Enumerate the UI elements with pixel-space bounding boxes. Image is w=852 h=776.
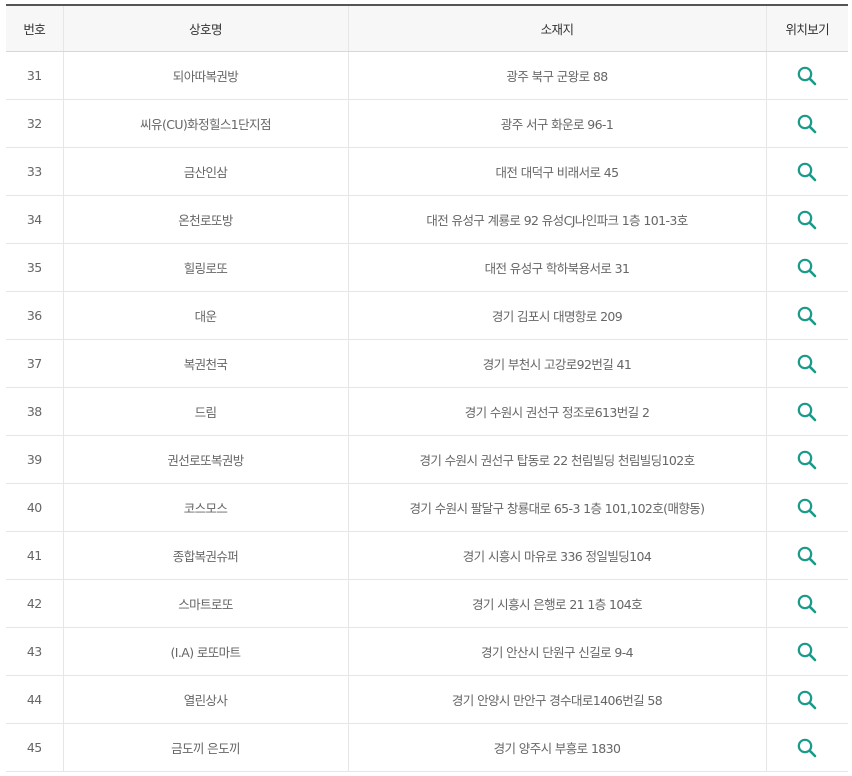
- row-store-name: 권선로또복권방: [62, 435, 348, 484]
- search-icon[interactable]: [796, 257, 818, 279]
- row-store-name: 금도끼 은도끼: [62, 723, 348, 772]
- table-header-row: 번호 상호명 소재지 위치보기: [6, 5, 848, 52]
- header-location: 위치보기: [765, 5, 848, 52]
- row-number: 33: [6, 147, 63, 196]
- table-row: 37 복권천국 경기 부천시 고강로92번길 41: [6, 339, 848, 388]
- table-row: 42 스마트로또 경기 시흥시 은행로 21 1층 104호: [6, 579, 848, 628]
- row-location-cell: [765, 387, 848, 436]
- row-store-name: 스마트로또: [62, 579, 348, 628]
- row-location-cell: [765, 435, 848, 484]
- row-location-cell: [765, 675, 848, 724]
- row-number: 41: [6, 531, 63, 580]
- row-location-cell: [765, 531, 848, 580]
- row-store-name: 씨유(CU)화정힐스1단지점: [62, 99, 348, 148]
- row-store-name: 온천로또방: [62, 195, 348, 244]
- row-store-name: 대운: [62, 291, 348, 340]
- table-row: 36 대운 경기 김포시 대명항로 209: [6, 291, 848, 340]
- search-icon[interactable]: [796, 65, 818, 87]
- row-number: 40: [6, 483, 63, 532]
- store-table: 번호 상호명 소재지 위치보기 31 되아따복권방 광주 북구 군왕로 88 3…: [6, 4, 848, 772]
- search-icon[interactable]: [796, 449, 818, 471]
- row-store-name: 되아따복권방: [62, 51, 348, 100]
- search-icon[interactable]: [796, 689, 818, 711]
- table-row: 34 온천로또방 대전 유성구 계룡로 92 유성CJ나인파크 1층 101-3…: [6, 195, 848, 244]
- search-icon[interactable]: [796, 161, 818, 183]
- table-row: 39 권선로또복권방 경기 수원시 권선구 탑동로 22 천림빌딩 천림빌딩10…: [6, 435, 848, 484]
- search-icon[interactable]: [796, 593, 818, 615]
- table-row: 40 코스모스 경기 수원시 팔달구 창룡대로 65-3 1층 101,102호…: [6, 483, 848, 532]
- row-address: 대전 유성구 계룡로 92 유성CJ나인파크 1층 101-3호: [347, 195, 766, 244]
- table-row: 33 금산인삼 대전 대덕구 비래서로 45: [6, 147, 848, 196]
- search-icon[interactable]: [796, 545, 818, 567]
- row-address: 경기 시흥시 마유로 336 정일빌딩104: [347, 531, 766, 580]
- row-location-cell: [765, 339, 848, 388]
- row-number: 31: [6, 51, 63, 100]
- row-number: 39: [6, 435, 63, 484]
- table-row: 38 드림 경기 수원시 권선구 정조로613번길 2: [6, 387, 848, 436]
- row-location-cell: [765, 243, 848, 292]
- table-row: 41 종합복권슈퍼 경기 시흥시 마유로 336 정일빌딩104: [6, 531, 848, 580]
- row-address: 대전 유성구 학하북용서로 31: [347, 243, 766, 292]
- row-location-cell: [765, 147, 848, 196]
- table-row: 35 힐링로또 대전 유성구 학하북용서로 31: [6, 243, 848, 292]
- row-store-name: (I.A) 로또마트: [62, 627, 348, 676]
- row-location-cell: [765, 723, 848, 772]
- row-location-cell: [765, 579, 848, 628]
- search-icon[interactable]: [796, 353, 818, 375]
- header-store-name: 상호명: [62, 5, 348, 52]
- row-number: 43: [6, 627, 63, 676]
- search-icon[interactable]: [796, 641, 818, 663]
- row-address: 경기 수원시 팔달구 창룡대로 65-3 1층 101,102호(매향동): [347, 483, 766, 532]
- search-icon[interactable]: [796, 401, 818, 423]
- row-store-name: 복권천국: [62, 339, 348, 388]
- row-number: 44: [6, 675, 63, 724]
- row-address: 경기 김포시 대명항로 209: [347, 291, 766, 340]
- row-address: 경기 수원시 권선구 탑동로 22 천림빌딩 천림빌딩102호: [347, 435, 766, 484]
- row-location-cell: [765, 627, 848, 676]
- row-location-cell: [765, 51, 848, 100]
- header-address: 소재지: [347, 5, 766, 52]
- search-icon[interactable]: [796, 737, 818, 759]
- row-number: 35: [6, 243, 63, 292]
- table-body: 31 되아따복권방 광주 북구 군왕로 88 32 씨유(CU)화정힐스1단지점…: [6, 51, 848, 772]
- row-store-name: 종합복권슈퍼: [62, 531, 348, 580]
- row-store-name: 코스모스: [62, 483, 348, 532]
- store-list: 번호 상호명 소재지 위치보기 31 되아따복권방 광주 북구 군왕로 88 3…: [6, 4, 848, 772]
- search-icon[interactable]: [796, 209, 818, 231]
- row-number: 38: [6, 387, 63, 436]
- row-location-cell: [765, 99, 848, 148]
- row-number: 37: [6, 339, 63, 388]
- row-store-name: 힐링로또: [62, 243, 348, 292]
- search-icon[interactable]: [796, 113, 818, 135]
- row-address: 경기 안산시 단원구 신길로 9-4: [347, 627, 766, 676]
- header-number: 번호: [6, 5, 63, 52]
- search-icon[interactable]: [796, 305, 818, 327]
- row-store-name: 드림: [62, 387, 348, 436]
- row-address: 경기 시흥시 은행로 21 1층 104호: [347, 579, 766, 628]
- row-number: 42: [6, 579, 63, 628]
- row-address: 광주 서구 화운로 96-1: [347, 99, 766, 148]
- row-address: 경기 부천시 고강로92번길 41: [347, 339, 766, 388]
- table-row: 45 금도끼 은도끼 경기 양주시 부흥로 1830: [6, 723, 848, 772]
- row-address: 광주 북구 군왕로 88: [347, 51, 766, 100]
- row-number: 45: [6, 723, 63, 772]
- row-address: 경기 양주시 부흥로 1830: [347, 723, 766, 772]
- table-row: 31 되아따복권방 광주 북구 군왕로 88: [6, 51, 848, 100]
- row-number: 34: [6, 195, 63, 244]
- row-store-name: 금산인삼: [62, 147, 348, 196]
- row-number: 36: [6, 291, 63, 340]
- row-location-cell: [765, 195, 848, 244]
- table-row: 43 (I.A) 로또마트 경기 안산시 단원구 신길로 9-4: [6, 627, 848, 676]
- row-address: 경기 안양시 만안구 경수대로1406번길 58: [347, 675, 766, 724]
- row-store-name: 열린상사: [62, 675, 348, 724]
- row-number: 32: [6, 99, 63, 148]
- row-location-cell: [765, 291, 848, 340]
- search-icon[interactable]: [796, 497, 818, 519]
- table-row: 44 열린상사 경기 안양시 만안구 경수대로1406번길 58: [6, 675, 848, 724]
- row-address: 경기 수원시 권선구 정조로613번길 2: [347, 387, 766, 436]
- table-row: 32 씨유(CU)화정힐스1단지점 광주 서구 화운로 96-1: [6, 99, 848, 148]
- row-location-cell: [765, 483, 848, 532]
- row-address: 대전 대덕구 비래서로 45: [347, 147, 766, 196]
